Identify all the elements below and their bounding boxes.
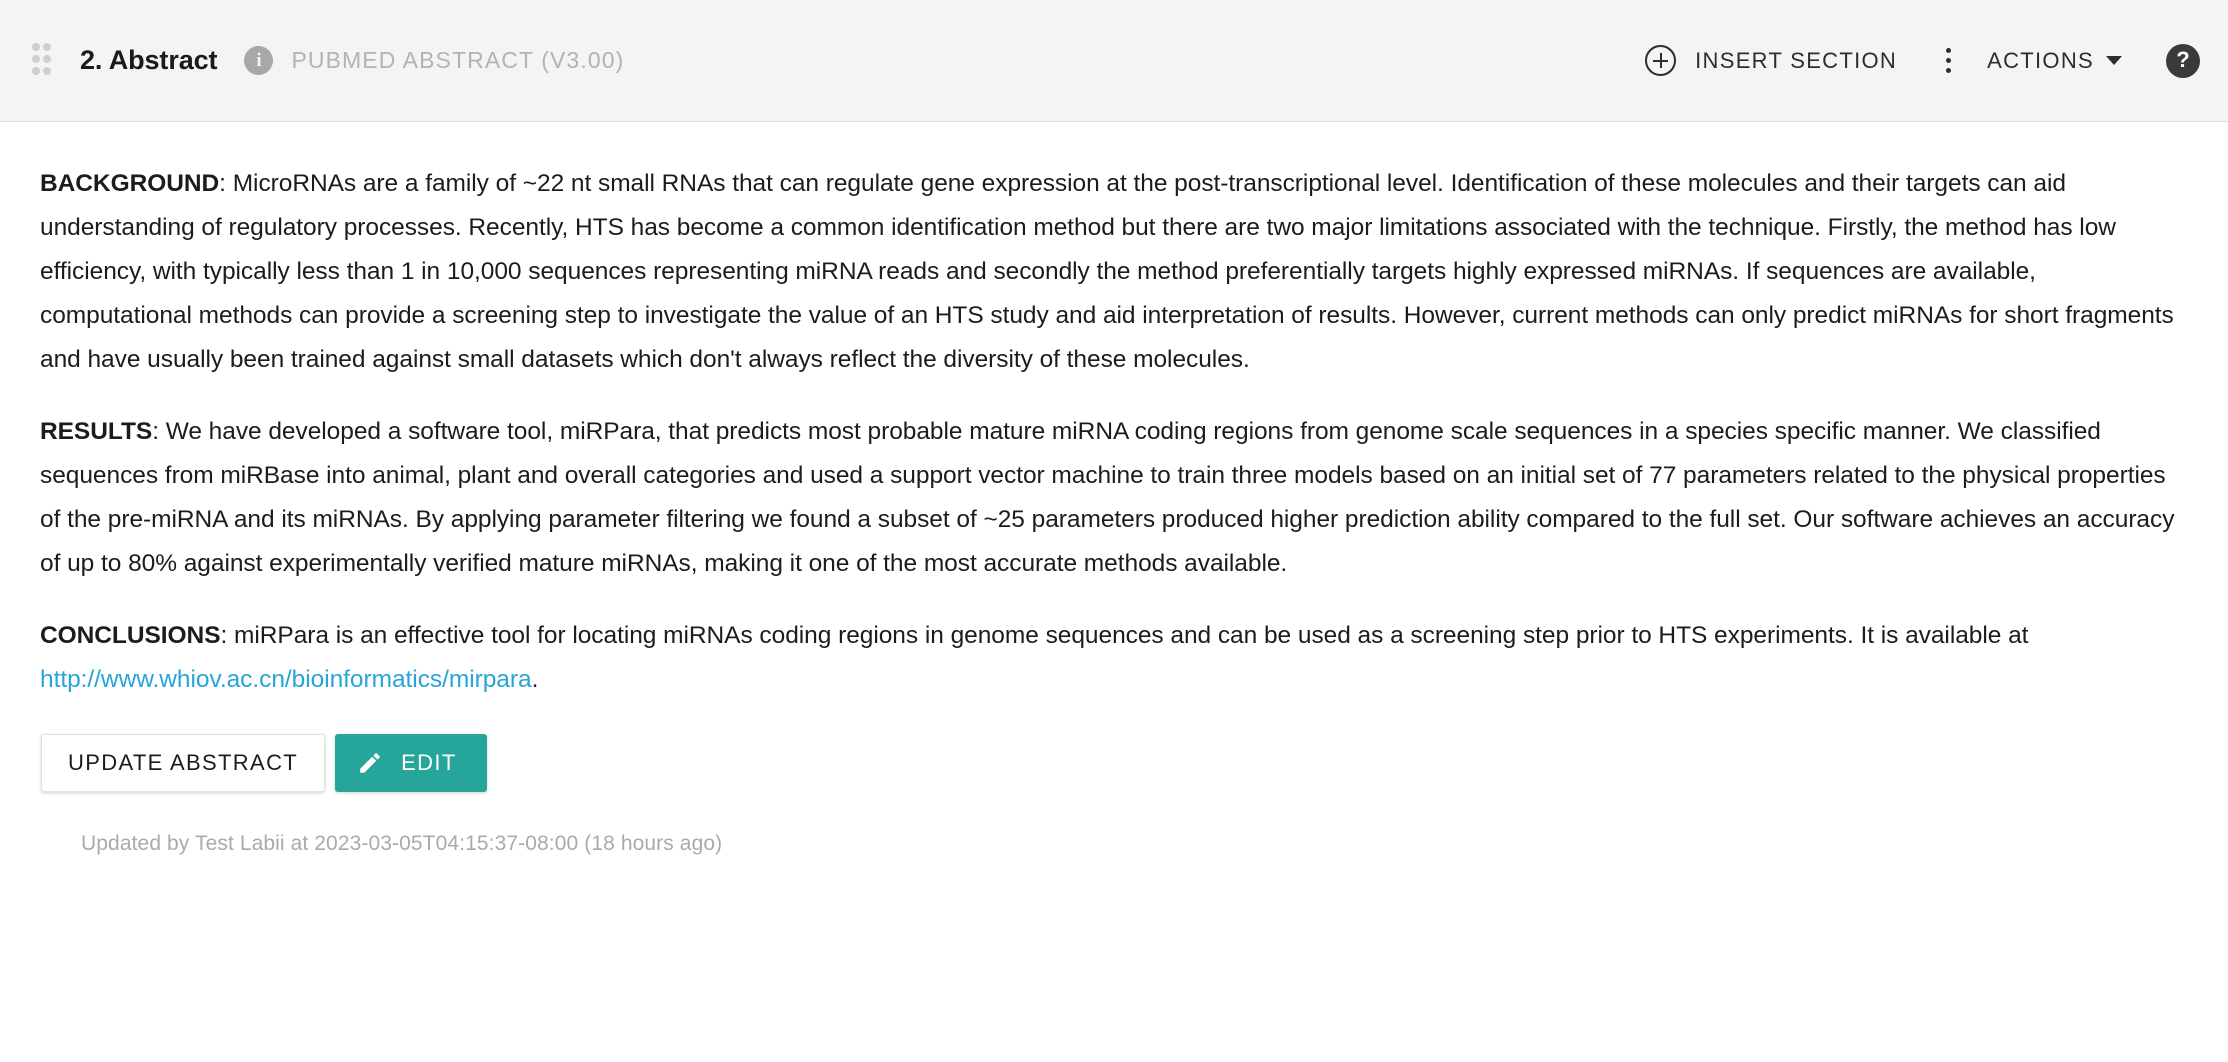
background-separator: : (219, 170, 233, 197)
insert-section-label: INSERT SECTION (1695, 47, 1898, 73)
drag-dot (43, 54, 51, 63)
drag-dot (32, 54, 40, 63)
conclusions-text-end: . (531, 666, 539, 693)
drag-dot (43, 66, 51, 75)
background-label: BACKGROUND (40, 170, 220, 197)
page-title: 2. Abstract (80, 45, 218, 75)
results-label: RESULTS (40, 418, 153, 445)
updated-note: Updated by Test Labii at 2023-03-05T04:1… (81, 832, 723, 855)
pencil-icon (360, 753, 380, 773)
abstract-paragraph-background: BACKGROUND: MicroRNAs are a family of ~2… (40, 162, 2188, 382)
abstract-section-page: 2. Abstract i PUBMED ABSTRACT (V3.00) IN… (0, 0, 2228, 1062)
plus-circle-icon (1645, 45, 1677, 76)
update-abstract-button[interactable]: UPDATE ABSTRACT (41, 734, 326, 792)
drag-dot (43, 42, 51, 51)
section-header-left: 2. Abstract i PUBMED ABSTRACT (V3.00) (32, 41, 1637, 81)
drag-dot (32, 42, 40, 51)
results-text: We have developed a software tool, miRPa… (40, 418, 2175, 577)
background-text: MicroRNAs are a family of ~22 nt small R… (40, 170, 2174, 373)
drag-handle-icon[interactable] (32, 41, 58, 81)
conclusions-label: CONCLUSIONS (40, 622, 221, 649)
conclusions-separator: : (220, 622, 235, 649)
action-button-row: UPDATE ABSTRACT EDIT (40, 734, 2188, 792)
insert-section-button[interactable]: INSERT SECTION (1637, 35, 1905, 86)
kebab-dot (1945, 48, 1951, 53)
info-icon[interactable]: i (244, 46, 274, 75)
drag-dot (32, 66, 40, 75)
more-vertical-icon[interactable] (1927, 39, 1969, 83)
mirpara-link[interactable]: http://www.whiov.ac.cn/bioinformatics/mi… (40, 666, 532, 693)
actions-label: ACTIONS (1987, 47, 2094, 73)
help-circle-icon[interactable]: ? (2166, 43, 2200, 78)
actions-dropdown-button[interactable]: ACTIONS (1981, 38, 2128, 84)
edit-label: EDIT (401, 750, 457, 775)
kebab-dot (1945, 68, 1951, 73)
section-subtitle: PUBMED ABSTRACT (V3.00) (291, 47, 625, 73)
section-header: 2. Abstract i PUBMED ABSTRACT (V3.00) IN… (0, 0, 2228, 122)
abstract-paragraph-results: RESULTS: We have developed a software to… (40, 410, 2188, 586)
edit-button[interactable]: EDIT (335, 734, 487, 792)
section-header-right: INSERT SECTION ACTIONS ? (1637, 35, 2200, 86)
results-separator: : (152, 418, 166, 445)
abstract-paragraph-conclusions: CONCLUSIONS: miRPara is an effective too… (40, 614, 2188, 702)
conclusions-text: miRPara is an effective tool for locatin… (234, 622, 2029, 649)
chevron-down-icon (2106, 56, 2122, 65)
kebab-dot (1945, 58, 1951, 63)
abstract-body: BACKGROUND: MicroRNAs are a family of ~2… (0, 122, 2228, 856)
